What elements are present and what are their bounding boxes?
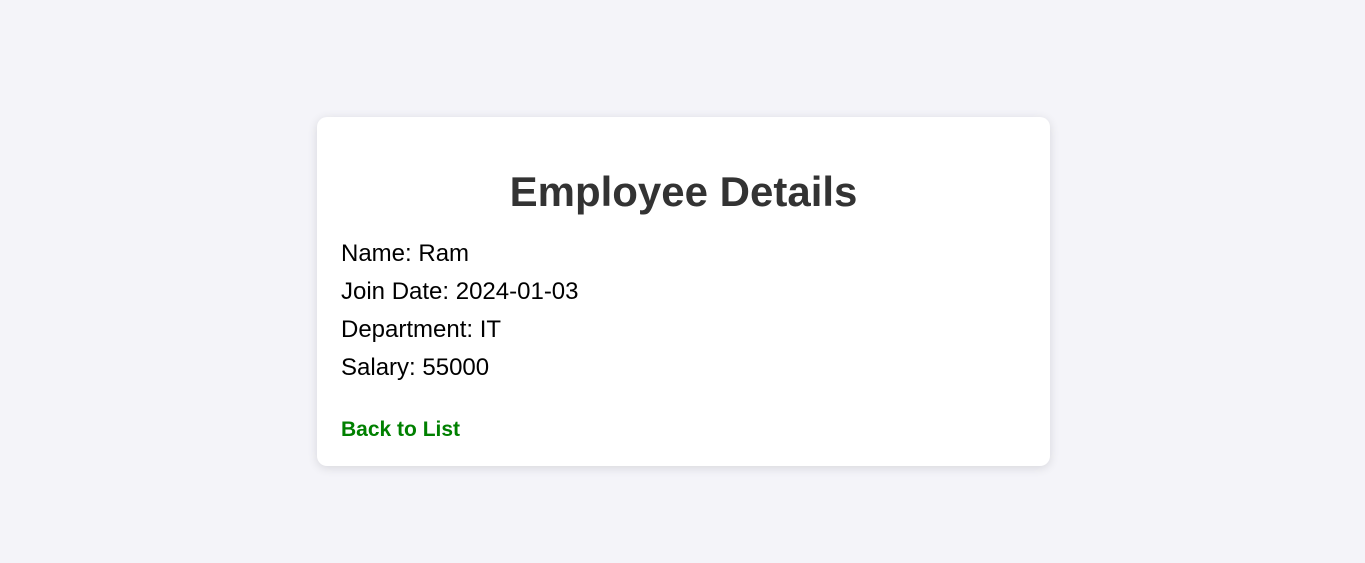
employee-join-date-value: 2024-01-03	[455, 278, 579, 305]
employee-name-label: Name:	[341, 240, 412, 267]
employee-department-label: Department:	[341, 316, 474, 343]
back-to-list-link[interactable]: Back to List	[341, 417, 460, 443]
page-title: Employee Details	[509, 168, 858, 215]
employee-salary-value: 55000	[422, 354, 490, 381]
employee-name-row: Name: Ram	[341, 235, 579, 273]
employee-department-row: Department: IT	[341, 311, 579, 349]
employee-salary-row: Salary: 55000	[341, 349, 579, 387]
employee-department-value: IT	[479, 316, 502, 343]
employee-salary-label: Salary:	[341, 354, 416, 381]
employee-join-date-row: Join Date: 2024-01-03	[341, 273, 579, 311]
employee-name-value: Ram	[418, 240, 470, 267]
employee-join-date-label: Join Date:	[341, 278, 450, 305]
employee-details-list: Name: Ram Join Date: 2024-01-03 Departme…	[341, 235, 579, 387]
employee-details-card: Employee Details Name: Ram Join Date: 20…	[317, 117, 1050, 466]
